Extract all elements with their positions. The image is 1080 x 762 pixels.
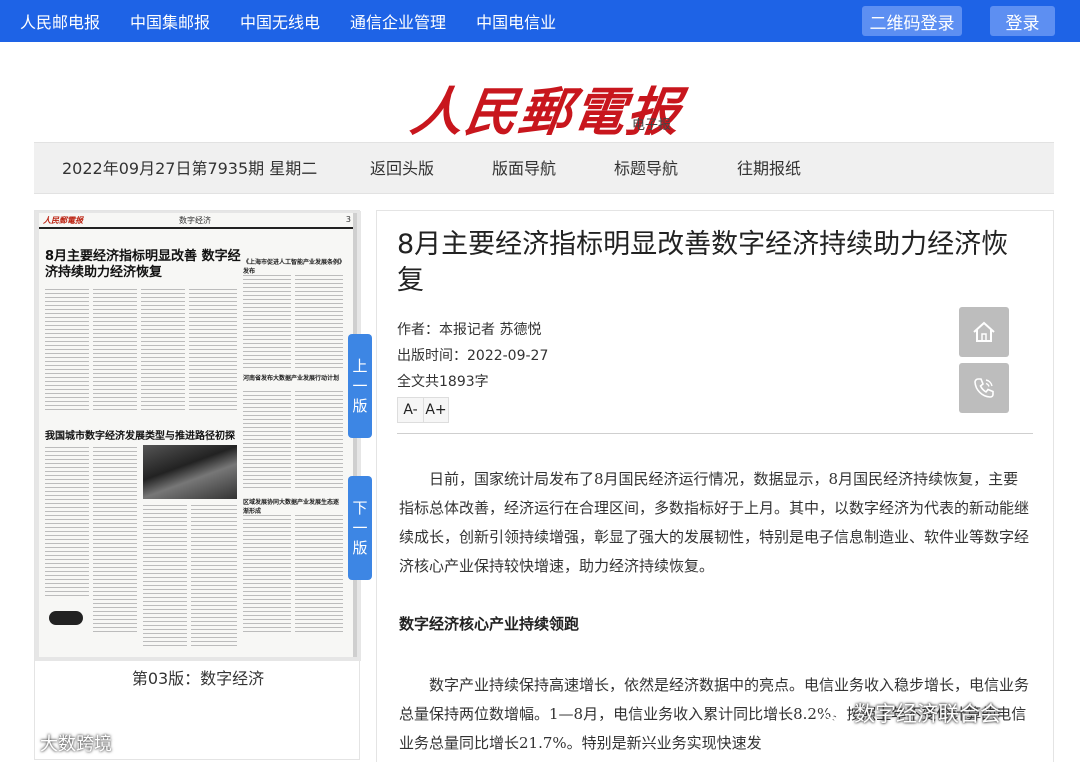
article-date: 出版时间：2022-09-27 [397, 348, 549, 364]
prev-page-button[interactable]: 上 一 版 [348, 334, 372, 438]
watermark-right: 数字经济联合会 [822, 698, 1001, 728]
prev-page-char-2: 一 [352, 377, 368, 395]
text-column [141, 289, 185, 413]
title-nav-link[interactable]: 标题导航 [614, 143, 678, 195]
page-header-logo: 人民郵電报 [43, 216, 83, 225]
article-paragraph: 日前，国家统计局发布了8月国民经济运行情况，数据显示，8月国民经济持续恢复，主要… [399, 470, 1030, 575]
home-icon [973, 321, 995, 342]
nav-link-rmydb[interactable]: 人民邮电报 [20, 9, 100, 33]
text-column [143, 505, 187, 649]
newspaper-page: 人民郵電报 数字经济 3 8月主要经济指标明显改善 数字经济持续助力经济恢复 《… [39, 213, 357, 657]
watermark-left-text: 大数跨境 [40, 734, 112, 755]
text-column [93, 447, 137, 635]
page-headline[interactable]: 8月主要经济指标明显改善 数字经济持续助力经济恢复 [45, 249, 245, 281]
text-column [191, 505, 237, 649]
masthead: 人民郵電报 电子报 [0, 42, 1080, 143]
page: 人民邮电报 中国集邮报 中国无线电 通信企业管理 中国电信业 二维码登录 登录 … [0, 0, 1080, 762]
text-column [243, 275, 291, 371]
article-title: 8月主要经济指标明显改善数字经济持续助力经济恢复 [397, 229, 1009, 296]
text-column [45, 447, 89, 599]
nav-link-dianxinye[interactable]: 中国电信业 [476, 9, 556, 33]
next-page-char-2: 一 [352, 519, 368, 537]
watermark-right-text: 数字经济联合会 [854, 702, 1001, 726]
nav-link-qiyeguanli[interactable]: 通信企业管理 [350, 9, 446, 33]
newspaper-photo [143, 445, 237, 499]
page-second-headline[interactable]: 我国城市数字经济发展类型与推进路径初探 [45, 427, 345, 442]
page-header: 人民郵電报 数字经济 3 [39, 215, 353, 229]
home-button[interactable] [959, 307, 1009, 357]
meta-divider [397, 433, 1033, 434]
font-size-controls: A- A+ [397, 397, 449, 423]
page-right-headline-3[interactable]: 区域发展协同大数据产业发展生态逐渐形成 [243, 497, 343, 515]
article-panel: 8月主要经济指标明显改善数字经济持续助力经济恢复 作者：本报记者 苏德悦 出版时… [376, 210, 1054, 762]
newspaper-page-panel: 人民郵電报 数字经济 3 8月主要经济指标明显改善 数字经济持续助力经济恢复 《… [34, 210, 361, 760]
archive-link[interactable]: 往期报纸 [737, 143, 801, 195]
page-header-section: 数字经济 [179, 216, 211, 225]
text-column [243, 515, 291, 635]
issue-nav-bar: 2022年09月27日第7935期 星期二 返回头版 版面导航 标题导航 往期报… [34, 142, 1054, 194]
phone-icon [974, 378, 994, 398]
back-to-front-page-link[interactable]: 返回头版 [370, 143, 434, 195]
nav-link-jiyoubao[interactable]: 中国集邮报 [130, 9, 210, 33]
newspaper-logo: 人民郵電报 [407, 82, 686, 143]
page-label[interactable]: 第03版：数字经济 [35, 665, 361, 689]
prev-page-char-3: 版 [352, 397, 368, 415]
text-column [295, 275, 343, 371]
logo-subtitle: 电子报 [632, 118, 672, 133]
page-right-headline-2[interactable]: 河南省发布大数据产业发展行动计划 [243, 373, 343, 382]
issue-info: 2022年09月27日第7935期 星期二 [62, 159, 318, 178]
wechat-icon [823, 702, 849, 722]
watermark-left: 大数跨境 [8, 730, 112, 756]
page-header-number: 3 [345, 215, 351, 224]
page-stamp-logo [49, 611, 83, 625]
prev-page-char-1: 上 [352, 357, 368, 375]
contact-button[interactable] [959, 363, 1009, 413]
text-column [45, 289, 89, 413]
brand-mark-icon [10, 735, 34, 751]
qr-login-button[interactable]: 二维码登录 [862, 6, 962, 36]
nav-link-wuxiandian[interactable]: 中国无线电 [240, 9, 320, 33]
text-column [295, 515, 343, 635]
page-right-headline-1[interactable]: 《上海市促进人工智能产业发展条例》发布 [243, 257, 343, 275]
article-author: 作者：本报记者 苏德悦 [397, 322, 542, 338]
text-column [93, 289, 137, 413]
next-page-char-3: 版 [352, 539, 368, 557]
article-subheading: 数字经济核心产业持续领跑 [399, 615, 580, 633]
article-word-count: 全文共1893字 [397, 374, 489, 390]
newspaper-page-image[interactable]: 人民郵電报 数字经济 3 8月主要经济指标明显改善 数字经济持续助力经济恢复 《… [35, 211, 361, 661]
font-increase-button[interactable]: A+ [423, 398, 448, 422]
login-button[interactable]: 登录 [990, 6, 1055, 36]
text-column [189, 289, 237, 413]
next-page-button[interactable]: 下 一 版 [348, 476, 372, 580]
top-nav: 人民邮电报 中国集邮报 中国无线电 通信企业管理 中国电信业 [20, 0, 586, 42]
font-decrease-button[interactable]: A- [398, 398, 423, 422]
layout-nav-link[interactable]: 版面导航 [492, 143, 556, 195]
top-bar: 人民邮电报 中国集邮报 中国无线电 通信企业管理 中国电信业 二维码登录 登录 [0, 0, 1080, 42]
next-page-char-1: 下 [352, 499, 368, 517]
